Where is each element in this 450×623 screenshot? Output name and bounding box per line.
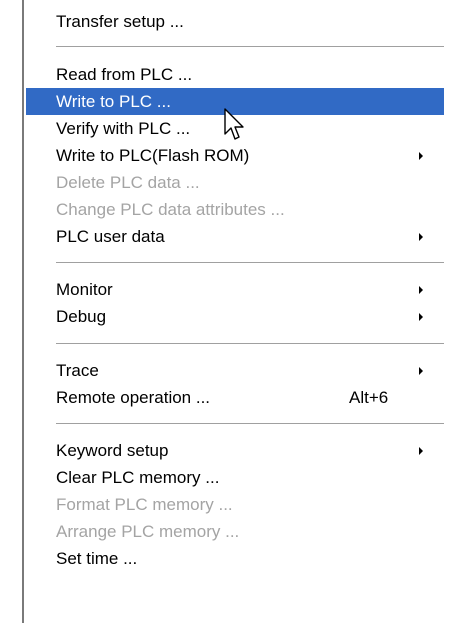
- submenu-arrow-icon: [419, 233, 423, 241]
- menu-separator: [56, 343, 444, 345]
- menu-item-shortcut: Alt+6: [349, 388, 389, 407]
- menu-item-label: Monitor: [56, 280, 113, 299]
- menu-item-label: Read from PLC ...: [56, 65, 193, 84]
- menu-item-label: Write to PLC(Flash ROM): [56, 146, 250, 165]
- menu-item-arrange-plc-memory: Arrange PLC memory ...: [26, 518, 444, 545]
- menu-item-label: PLC user data: [56, 227, 165, 246]
- menu-item-format-plc-memory: Format PLC memory ...: [26, 491, 444, 518]
- submenu-arrow-icon: [419, 286, 423, 294]
- submenu-arrow-icon: [419, 313, 423, 321]
- menu-item-change-plc-data-attributes: Change PLC data attributes ...: [26, 196, 444, 223]
- menu-separator: [56, 423, 444, 425]
- menu-item-remote-operation[interactable]: Remote operation ... Alt+6: [26, 384, 444, 411]
- menu-item-label: Remote operation ...: [56, 388, 211, 407]
- menu-item-label: Delete PLC data ...: [56, 173, 200, 192]
- menu-separator: [56, 46, 444, 48]
- menu-item-label: Change PLC data attributes ...: [56, 200, 285, 219]
- menu-item-transfer-setup[interactable]: Transfer setup ...: [26, 8, 444, 35]
- menu-item-monitor[interactable]: Monitor: [26, 276, 444, 303]
- menu-item-label: Transfer setup ...: [56, 12, 184, 31]
- menu-item-trace[interactable]: Trace: [26, 357, 444, 384]
- menu-item-clear-plc-memory[interactable]: Clear PLC memory ...: [26, 464, 444, 491]
- menu-item-label: Clear PLC memory ...: [56, 468, 220, 487]
- menu-item-plc-user-data[interactable]: PLC user data: [26, 223, 444, 250]
- submenu-arrow-icon: [419, 367, 423, 375]
- menu-separator: [56, 262, 444, 264]
- online-menu: Transfer setup ... Read from PLC ... Wri…: [22, 0, 450, 623]
- menu-item-keyword-setup[interactable]: Keyword setup: [26, 437, 444, 464]
- menu-item-label: Write to PLC ...: [56, 92, 171, 111]
- submenu-arrow-icon: [419, 447, 423, 455]
- menu-item-set-time[interactable]: Set time ...: [26, 545, 444, 572]
- menu-item-label: Set time ...: [56, 549, 138, 568]
- menu-item-verify-with-plc[interactable]: Verify with PLC ...: [26, 115, 444, 142]
- menu-item-write-to-plc-flash-rom[interactable]: Write to PLC(Flash ROM): [26, 142, 444, 169]
- menu-item-label: Format PLC memory ...: [56, 495, 233, 514]
- menu-item-delete-plc-data: Delete PLC data ...: [26, 169, 444, 196]
- menu-item-label: Debug: [56, 307, 107, 326]
- menu-item-debug[interactable]: Debug: [26, 303, 444, 330]
- menu-item-label: Verify with PLC ...: [56, 119, 191, 138]
- menu-item-label: Arrange PLC memory ...: [56, 522, 240, 541]
- menu-item-label: Keyword setup: [56, 441, 169, 460]
- menu-item-read-from-plc[interactable]: Read from PLC ...: [26, 61, 444, 88]
- submenu-arrow-icon: [419, 152, 423, 160]
- menu-item-label: Trace: [56, 361, 99, 380]
- menu-item-write-to-plc[interactable]: Write to PLC ...: [26, 88, 444, 115]
